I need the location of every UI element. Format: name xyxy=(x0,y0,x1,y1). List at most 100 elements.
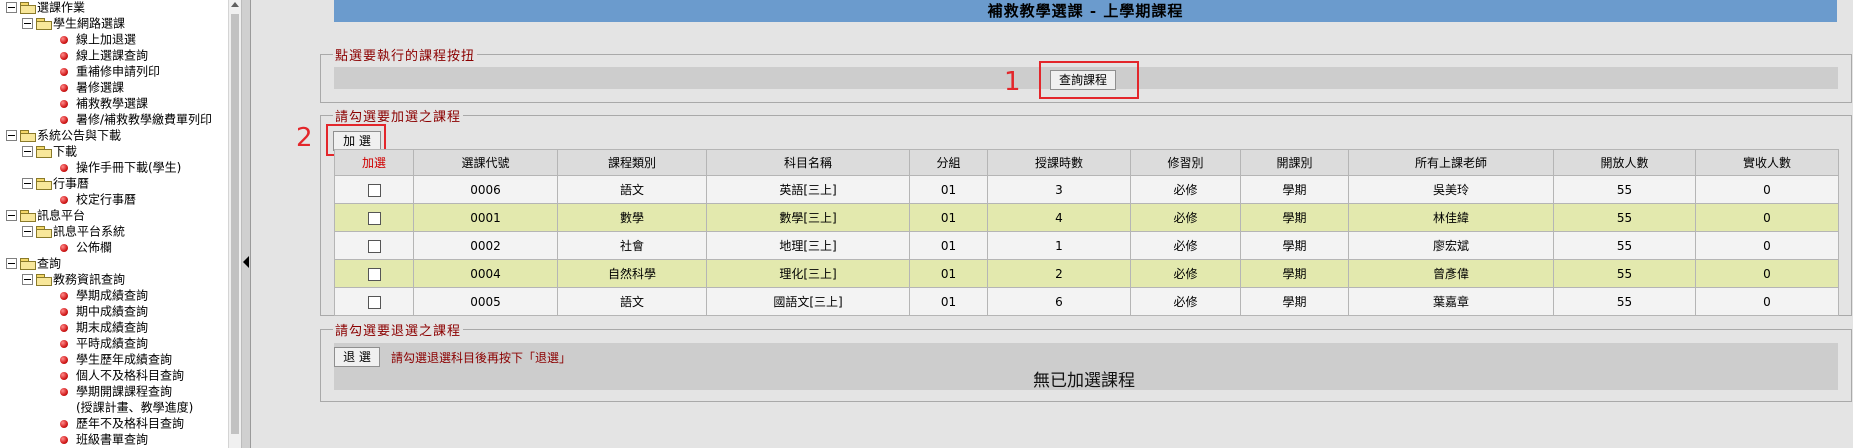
tree-item[interactable]: 校定行事曆 xyxy=(60,191,136,207)
bullet-icon xyxy=(60,371,68,380)
tree-item[interactable]: 暑修選課 xyxy=(60,79,124,95)
cell-subject: 地理[三上] xyxy=(706,231,910,260)
collapse-toggle-icon[interactable] xyxy=(6,210,17,221)
cell-hours: 6 xyxy=(987,287,1131,316)
tree-label: 學生歷年成績查詢 xyxy=(76,352,173,367)
folder-open-icon xyxy=(20,130,36,142)
table-row: 0004 自然科學 理化[三上] 01 2 必修 學期 曾彥偉 55 0 xyxy=(334,259,1839,288)
tree-item[interactable]: 個人不及格科目查詢 xyxy=(60,367,184,383)
drop-course-legend: 請勾選要退選之課程 xyxy=(335,324,462,339)
tree-item[interactable]: 線上選課查詢 xyxy=(60,47,148,63)
tree-folder[interactable]: 學生網路選課 xyxy=(22,15,125,31)
col-header: 授課時數 xyxy=(987,149,1131,176)
frame-splitter[interactable] xyxy=(241,0,251,448)
collapse-toggle-icon[interactable] xyxy=(6,258,17,269)
tree-item[interactable]: 學期開課課程查詢 xyxy=(60,383,172,399)
tree-folder[interactable]: 行事曆 xyxy=(22,175,89,191)
tree-item[interactable]: 操作手冊下載(學生) xyxy=(60,159,181,175)
col-header: 課程類別 xyxy=(557,149,707,176)
tree-item[interactable]: 學生歷年成績查詢 xyxy=(60,351,172,367)
tree-label: 線上選課查詢 xyxy=(76,48,149,63)
select-cell xyxy=(334,203,414,232)
cell-teacher: 吳美玲 xyxy=(1348,175,1554,204)
cell-code: 0005 xyxy=(413,287,558,316)
add-course-checkbox[interactable] xyxy=(367,239,381,253)
tree-folder[interactable]: 訊息平台 xyxy=(6,207,85,223)
select-cell xyxy=(334,259,414,288)
cell-enrolled: 0 xyxy=(1695,203,1839,232)
collapse-toggle-icon[interactable] xyxy=(22,178,33,189)
cell-term: 學期 xyxy=(1240,175,1349,204)
collapse-toggle-icon[interactable] xyxy=(22,18,33,29)
tree-folder[interactable]: 查詢 xyxy=(6,255,61,271)
add-course-checkbox[interactable] xyxy=(367,183,381,197)
tree-folder[interactable]: 訊息平台系統 xyxy=(22,223,125,239)
table-header-row: 加選 選課代號 課程類別 科目名稱 分組 授課時數 修習別 開課別 所有上課老師… xyxy=(334,149,1839,176)
collapse-toggle-icon[interactable] xyxy=(22,146,33,157)
tree-item[interactable]: 班級書單查詢 xyxy=(60,431,148,447)
tree-label: 期中成績查詢 xyxy=(76,304,149,319)
cell-hours: 1 xyxy=(987,231,1131,260)
cell-group: 01 xyxy=(909,287,988,316)
folder-open-icon xyxy=(20,210,36,222)
scroll-up-arrow-icon[interactable] xyxy=(231,2,239,7)
cell-enrolled: 0 xyxy=(1695,175,1839,204)
col-header: 所有上課老師 xyxy=(1348,149,1554,176)
tree-item[interactable]: 線上加退選 xyxy=(60,31,136,47)
cell-open: 55 xyxy=(1553,203,1696,232)
tree-item[interactable]: 學期成績查詢 xyxy=(60,287,148,303)
cell-type: 必修 xyxy=(1130,203,1241,232)
cell-category: 自然科學 xyxy=(557,259,707,288)
tree-label: 訊息平台 xyxy=(37,208,86,223)
collapse-toggle-icon[interactable] xyxy=(22,274,33,285)
tree-label: 學生網路選課 xyxy=(53,16,126,31)
tree-item[interactable]: 重補修申請列印 xyxy=(60,63,160,79)
table-row: 0006 語文 英語[三上] 01 3 必修 學期 吳美玲 55 0 xyxy=(334,175,1839,204)
cell-subject: 理化[三上] xyxy=(706,259,910,288)
collapse-toggle-icon[interactable] xyxy=(6,2,17,13)
collapse-toggle-icon[interactable] xyxy=(22,226,33,237)
tree-folder[interactable]: 選課作業 xyxy=(6,0,85,15)
tree-label: 班級書單查詢 xyxy=(76,432,149,447)
tree-scrollbar[interactable] xyxy=(228,0,242,448)
cell-type: 必修 xyxy=(1130,287,1241,316)
tree-item[interactable]: 平時成績查詢 xyxy=(60,335,148,351)
tree-label: 下載 xyxy=(53,144,78,159)
folder-open-icon xyxy=(20,2,36,14)
add-course-checkbox[interactable] xyxy=(367,267,381,281)
tree-item[interactable]: 補救教學選課 xyxy=(60,95,148,111)
nav-tree: 選課作業 學生網路選課 線上加退選 線上選課查詢 重補修申請列印 暑修選課 補救教學選課 暑修… xyxy=(0,0,229,448)
add-course-checkbox[interactable] xyxy=(367,211,381,225)
bullet-icon xyxy=(60,195,68,204)
tree-label: 平時成績查詢 xyxy=(76,336,149,351)
collapse-arrow-icon[interactable] xyxy=(243,256,249,268)
tree-label: 系統公告與下載 xyxy=(37,128,122,143)
add-course-legend: 請勾選要加選之課程 xyxy=(335,110,462,125)
add-course-checkbox[interactable] xyxy=(367,295,381,309)
tree-label: 歷年不及格科目查詢 xyxy=(76,416,185,431)
bullet-icon xyxy=(60,355,68,364)
drop-instruction-text: 請勾選退選科目後再按下「退選」 xyxy=(391,351,572,365)
tree-item[interactable]: 期末成績查詢 xyxy=(60,319,148,335)
cell-enrolled: 0 xyxy=(1695,259,1839,288)
tree-item[interactable]: 公佈欄 xyxy=(60,239,112,255)
bullet-icon xyxy=(60,291,68,300)
col-header: 修習別 xyxy=(1130,149,1241,176)
tree-item[interactable]: 期中成績查詢 xyxy=(60,303,148,319)
tree-item[interactable]: 暑修/補救教學繳費單列印 xyxy=(60,111,212,127)
tree-label: 公佈欄 xyxy=(76,240,113,255)
tree-folder[interactable]: 下載 xyxy=(22,143,77,159)
cell-term: 學期 xyxy=(1240,259,1349,288)
collapse-toggle-icon[interactable] xyxy=(6,130,17,141)
scrollbar-thumb[interactable] xyxy=(231,14,239,434)
cell-subject: 數學[三上] xyxy=(706,203,910,232)
tree-folder[interactable]: 教務資訊查詢 xyxy=(22,271,125,287)
tree-item[interactable]: 歷年不及格科目查詢 xyxy=(60,415,184,431)
tree-folder[interactable]: 系統公告與下載 xyxy=(6,127,121,143)
cell-term: 學期 xyxy=(1240,203,1349,232)
drop-course-button[interactable]: 退 選 xyxy=(334,347,380,367)
select-cell xyxy=(334,231,414,260)
bullet-icon xyxy=(60,435,68,444)
page-title: 補救教學選課 - 上學期課程 xyxy=(334,0,1837,22)
cell-teacher: 廖宏斌 xyxy=(1348,231,1554,260)
